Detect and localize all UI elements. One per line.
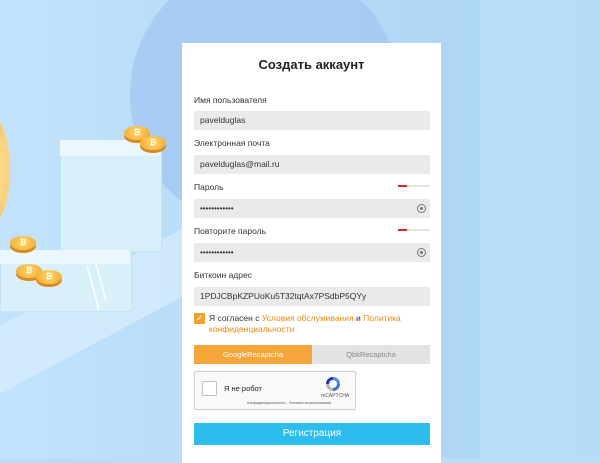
recaptcha-checkbox[interactable] [202,381,217,396]
large-coin-illustration [0,110,10,230]
recaptcha-links[interactable]: Конфиденциальность - Условия использован… [247,401,331,405]
agreement-text: Я согласен с Условия обслуживания и Поли… [209,313,429,335]
bitcoin-coin-icon: ₿ [10,236,36,250]
tab-google-recaptcha[interactable]: GoogleRecaptcha [194,345,312,364]
show-password-icon[interactable] [417,204,426,213]
recaptcha-widget: Я не робот reCAPTCHA Конфиденциальность … [194,371,356,410]
recaptcha-label: Я не робот [224,384,262,393]
bitcoin-coin-icon: ₿ [140,136,166,150]
background-panel [480,0,600,458]
username-input[interactable]: pavelduglas [194,111,430,130]
confirm-password-label: Повторите пароль [194,226,267,236]
password-strength-fill [398,185,407,187]
confirm-password-strength-meter [398,229,430,231]
bitcoin-address-label: Биткоин адрес [194,270,252,280]
email-input[interactable]: pavelduglas@mail.ru [194,155,430,174]
password-label: Пароль [194,182,224,192]
confirm-password-value: •••••••••••• [200,248,234,257]
recaptcha-brand: reCAPTCHA [320,393,350,399]
password-strength-meter [398,185,430,187]
terms-link[interactable]: Условия обслуживания [262,313,354,323]
agreement-and: и [353,313,364,323]
block-illustration [60,140,162,252]
recaptcha-logo-icon [326,377,340,391]
form-title: Создать аккаунт [258,57,365,72]
password-input[interactable]: •••••••••••• [194,199,430,218]
show-confirm-password-icon[interactable] [417,248,426,257]
agreement-prefix: Я согласен с [209,313,262,323]
confirm-password-strength-fill [398,229,407,231]
signup-card: Создать аккаунт Имя пользователя paveldu… [182,43,441,463]
email-label: Электронная почта [194,138,270,148]
username-label: Имя пользователя [194,95,267,105]
bitcoin-coin-icon: ₿ [36,270,62,284]
confirm-password-input[interactable]: •••••••••••• [194,243,430,262]
bitcoin-address-input[interactable]: 1PDJCBpKZPUoKu5T32tqtAx7PSdbP5QYy [194,287,430,306]
platform-top-illustration [0,250,130,264]
tab-qbk-recaptcha[interactable]: QbkRecaptcha [312,345,430,364]
password-value: •••••••••••• [200,204,234,213]
agree-checkbox[interactable]: ✓ [194,313,205,324]
register-button[interactable]: Регистрация [194,423,430,445]
